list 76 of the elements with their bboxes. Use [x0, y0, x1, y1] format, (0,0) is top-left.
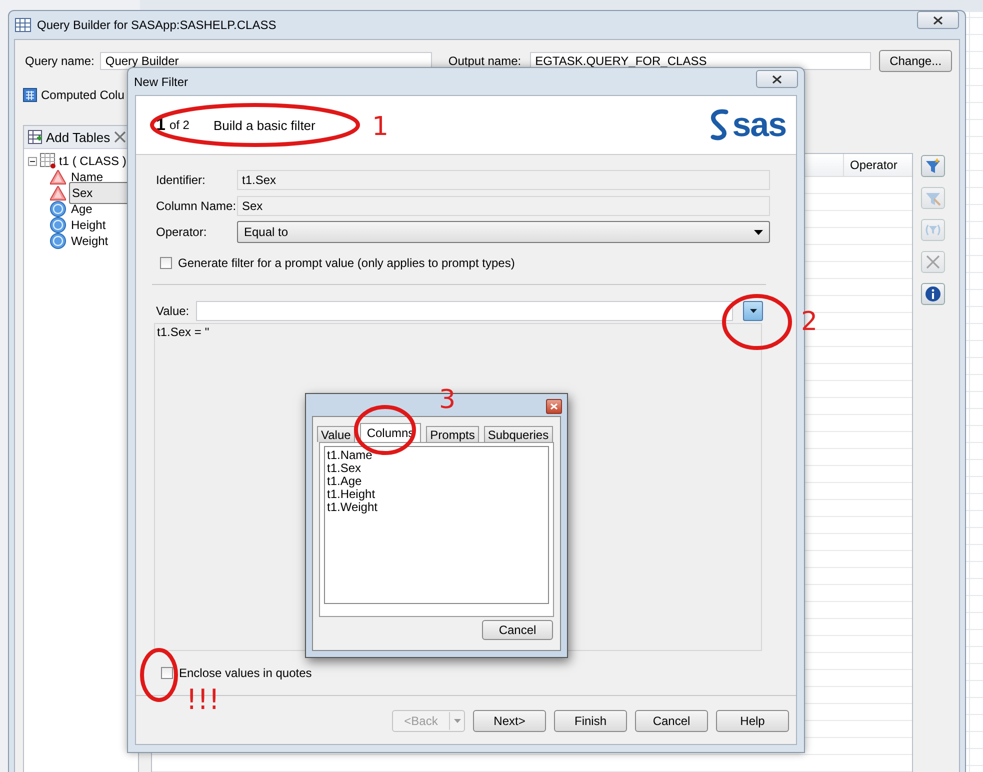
dropdown-button[interactable] — [743, 301, 763, 321]
field-label: Output name: — [448, 54, 522, 68]
list-item[interactable]: t1.Name — [327, 449, 546, 462]
dialog-button[interactable]: Help — [716, 710, 789, 732]
calculator-icon — [23, 88, 37, 102]
annotation-ellipse — [140, 648, 178, 702]
tab[interactable]: Prompts — [426, 426, 479, 442]
close-icon — [550, 403, 558, 410]
character-column-icon — [50, 186, 66, 200]
annotation-label: 1 — [372, 114, 389, 140]
tree-item[interactable]: Height — [69, 218, 108, 232]
filter-group-icon — [925, 222, 941, 238]
column-header[interactable]: Operator — [843, 154, 912, 176]
identifier-field: t1.Sex — [237, 170, 770, 190]
close-button[interactable] — [756, 70, 798, 88]
caret-icon — [454, 719, 460, 723]
tree-item[interactable]: Weight — [69, 234, 110, 248]
caret-icon — [750, 309, 756, 313]
cancel-button[interactable]: Cancel — [482, 620, 553, 640]
dialog-button[interactable]: Cancel — [635, 710, 708, 732]
tab[interactable]: Value — [317, 426, 355, 442]
tab[interactable]: Columns — [360, 423, 422, 442]
numeric-column-icon — [50, 233, 66, 249]
computed-columns-button[interactable]: Computed Colu — [41, 88, 124, 102]
numeric-column-icon — [50, 201, 66, 217]
close-button[interactable] — [546, 399, 562, 414]
collapse-icon[interactable] — [28, 156, 37, 166]
info-icon — [925, 286, 941, 302]
numeric-column-icon — [50, 217, 66, 233]
delete-icon — [114, 131, 126, 143]
info-button[interactable] — [921, 283, 945, 305]
value-field[interactable] — [196, 301, 733, 321]
caret-icon — [754, 230, 763, 234]
delete-icon — [925, 254, 941, 270]
annotation-label: 2 — [801, 309, 818, 335]
dialog-title: New Filter — [134, 75, 188, 89]
checkbox-label: Enclose values in quotes — [179, 666, 312, 680]
close-button[interactable] — [917, 11, 959, 29]
field-label: Query name: — [25, 54, 94, 68]
list-item[interactable]: t1.Age — [327, 475, 546, 488]
dialog-button[interactable]: Next> — [473, 710, 546, 732]
checkbox[interactable] — [161, 667, 173, 679]
window-title: Query Builder for SASApp:SASHELP.CLASS — [37, 18, 276, 32]
tab[interactable]: Subqueries — [484, 426, 553, 442]
tree-item[interactable]: t1 ( CLASS ) — [59, 154, 126, 168]
tree-item[interactable]: Name — [69, 170, 106, 184]
field-label: Operator: — [156, 225, 208, 239]
field-label: Column Name: — [156, 199, 237, 213]
add-table-icon — [28, 130, 42, 144]
annotation-label: 3 — [439, 387, 456, 413]
list-item[interactable]: t1.Sex — [327, 462, 546, 475]
dialog-button[interactable]: Finish — [554, 710, 627, 732]
checkbox[interactable] — [160, 257, 172, 269]
operator-dropdown[interactable]: Equal to — [237, 221, 770, 243]
expression-text: t1.Sex = '' — [157, 325, 210, 339]
change-button[interactable]: Change... — [879, 50, 952, 72]
character-column-icon — [50, 170, 66, 184]
close-icon — [933, 16, 943, 24]
field-label: Value: — [156, 304, 190, 318]
step-count: of 2 — [169, 118, 190, 132]
close-icon — [772, 74, 782, 84]
annotation-ellipse — [722, 294, 792, 350]
field-label: Identifier: — [156, 173, 206, 187]
list-item[interactable]: t1.Height — [327, 488, 546, 501]
table-icon — [40, 153, 56, 169]
filter-edit-icon — [925, 190, 941, 206]
logo: sas — [732, 108, 786, 142]
new-filter-button[interactable] — [921, 155, 945, 177]
list-item[interactable]: t1.Weight — [327, 501, 546, 514]
checkbox-label: Generate filter for a prompt value (only applies to prompt types) — [178, 256, 515, 270]
annotation-label: !!! — [186, 686, 220, 714]
column-name-field: Sex — [237, 196, 770, 216]
tree-item[interactable]: Age — [69, 202, 94, 216]
filter-icon — [925, 158, 941, 174]
step-heading: Build a basic filter — [213, 118, 316, 132]
table-icon — [15, 18, 31, 32]
